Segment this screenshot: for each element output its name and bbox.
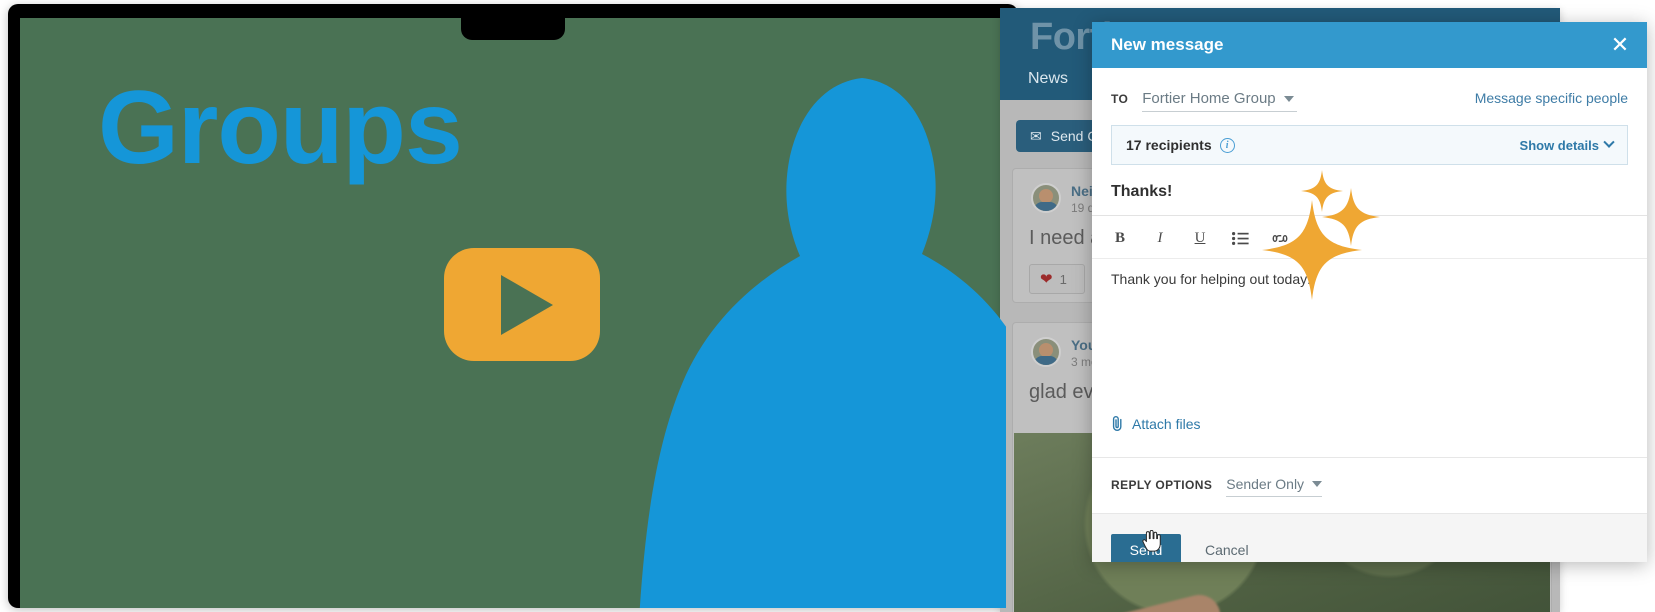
- chevron-down-icon: [1283, 95, 1294, 102]
- underline-icon[interactable]: U: [1191, 228, 1209, 248]
- bulleted-list-icon[interactable]: [1231, 228, 1249, 248]
- nav-item-news[interactable]: News: [1018, 66, 1079, 104]
- show-details-toggle[interactable]: Show details: [1519, 136, 1615, 153]
- monitor-notch: [461, 18, 565, 40]
- chevron-down-icon: [1603, 136, 1615, 148]
- text-caret: [1312, 271, 1317, 287]
- reply-options-label: REPLY OPTIONS: [1111, 478, 1213, 492]
- info-icon[interactable]: i: [1219, 137, 1235, 153]
- video-title: Groups: [98, 70, 463, 186]
- attach-row: Attach files: [1092, 411, 1647, 458]
- italic-icon[interactable]: I: [1151, 228, 1169, 248]
- heart-icon: ❤: [1040, 271, 1053, 288]
- play-triangle-glyph: [501, 275, 553, 335]
- envelope-icon: ✉: [1030, 127, 1042, 144]
- avatar: [1031, 337, 1061, 367]
- attach-files-label: Attach files: [1132, 415, 1201, 432]
- recipients-count: 17 recipients: [1126, 137, 1212, 153]
- to-group-value: Fortier Home Group: [1142, 90, 1276, 107]
- cancel-button[interactable]: Cancel: [1205, 542, 1249, 558]
- modal-footer: Send Cancel: [1092, 514, 1647, 562]
- rich-text-toolbar: B I U: [1092, 216, 1647, 259]
- photo-arm-shape: [1069, 590, 1225, 612]
- to-row: TO Fortier Home Group Message specific p…: [1092, 68, 1647, 112]
- subject-input-value: Thanks!: [1111, 183, 1173, 200]
- close-icon[interactable]: ✕: [1609, 34, 1631, 56]
- play-triangle-icon[interactable]: [444, 248, 600, 361]
- reply-options-select[interactable]: Sender Only: [1226, 476, 1323, 497]
- send-button[interactable]: Send: [1111, 534, 1181, 562]
- message-specific-people-link[interactable]: Message specific people: [1475, 90, 1628, 106]
- heart-reaction-button[interactable]: ❤ 1: [1029, 264, 1085, 294]
- reply-options-row: REPLY OPTIONS Sender Only: [1092, 458, 1647, 514]
- presenter-silhouette: [639, 78, 1006, 608]
- modal-title: New message: [1111, 35, 1224, 54]
- reply-options-value: Sender Only: [1226, 476, 1305, 492]
- chevron-down-icon: [1312, 481, 1323, 487]
- post-text: I need a: [1029, 227, 1102, 249]
- bold-icon[interactable]: B: [1111, 228, 1129, 248]
- video-player-frame: Groups: [8, 4, 1018, 608]
- to-group-select[interactable]: Fortier Home Group: [1142, 90, 1298, 112]
- message-body-value: Thank you for helping out today!: [1111, 271, 1312, 287]
- to-label: TO: [1111, 92, 1129, 106]
- recipients-summary: 17 recipients i Show details: [1111, 125, 1628, 165]
- message-body-area[interactable]: Thank you for helping out today!: [1092, 259, 1647, 411]
- new-message-modal: New message ✕ TO Fortier Home Group Mess…: [1092, 22, 1647, 562]
- attach-files-button[interactable]: Attach files: [1111, 415, 1200, 432]
- paperclip-icon: [1112, 416, 1122, 431]
- subject-row[interactable]: Thanks!: [1092, 183, 1647, 216]
- screenshot-root: Groups Fortier News Pa ✉ Send Co: [0, 0, 1655, 612]
- modal-header: New message ✕: [1092, 22, 1647, 68]
- message-body-text: Thank you for helping out today!: [1111, 271, 1628, 287]
- avatar: [1031, 183, 1061, 213]
- heart-count: 1: [1059, 271, 1067, 287]
- link-icon[interactable]: [1271, 228, 1289, 248]
- show-details-label: Show details: [1519, 137, 1599, 153]
- video-screen[interactable]: Groups: [20, 18, 1006, 608]
